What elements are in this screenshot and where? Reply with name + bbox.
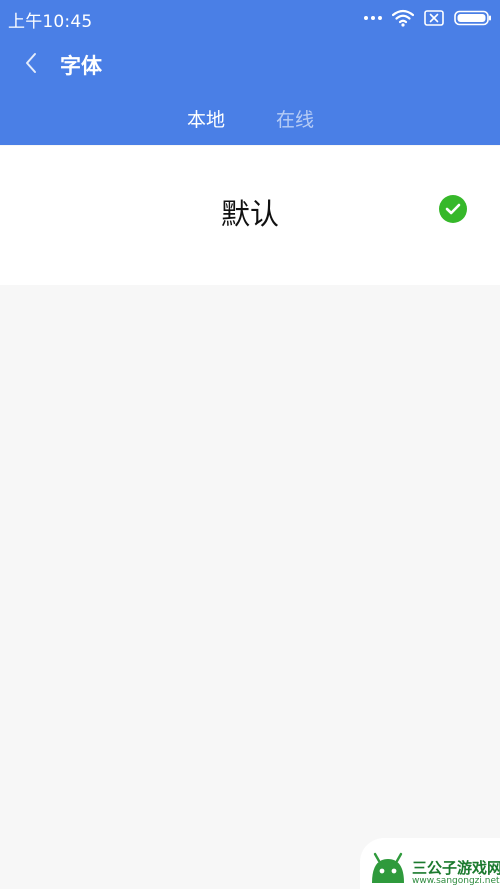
- font-list: 默认: [0, 146, 500, 285]
- watermark-url: www.sangongzi.net: [412, 876, 500, 886]
- tab-bar: 本地 在线: [0, 100, 500, 138]
- android-logo-icon: [372, 852, 404, 883]
- back-arrow-icon: [26, 53, 36, 73]
- tab-local[interactable]: 本地: [187, 105, 225, 132]
- title-bar: 字体: [0, 40, 500, 88]
- font-settings-screen: 上午10:45 字体 本地 在线 默认 三公子游戏网 www.sangongzi…: [0, 0, 500, 889]
- font-item-default[interactable]: 默认: [0, 146, 500, 285]
- status-icons: [364, 7, 492, 29]
- page-title: 字体: [60, 54, 102, 78]
- no-sim-icon: [424, 10, 444, 26]
- status-time: 上午10:45: [8, 12, 93, 32]
- more-dots-icon: [364, 16, 382, 20]
- wifi-icon: [392, 9, 414, 27]
- back-button[interactable]: [14, 46, 48, 80]
- watermark-title: 三公子游戏网: [412, 859, 500, 877]
- watermark: 三公子游戏网 www.sangongzi.net: [360, 838, 500, 889]
- check-circle-icon: [439, 195, 467, 223]
- tab-online[interactable]: 在线: [276, 105, 314, 132]
- header: 上午10:45 字体 本地 在线: [0, 0, 500, 145]
- status-bar: 上午10:45: [0, 0, 500, 36]
- font-item-label: 默认: [220, 197, 279, 231]
- battery-icon: [454, 10, 491, 26]
